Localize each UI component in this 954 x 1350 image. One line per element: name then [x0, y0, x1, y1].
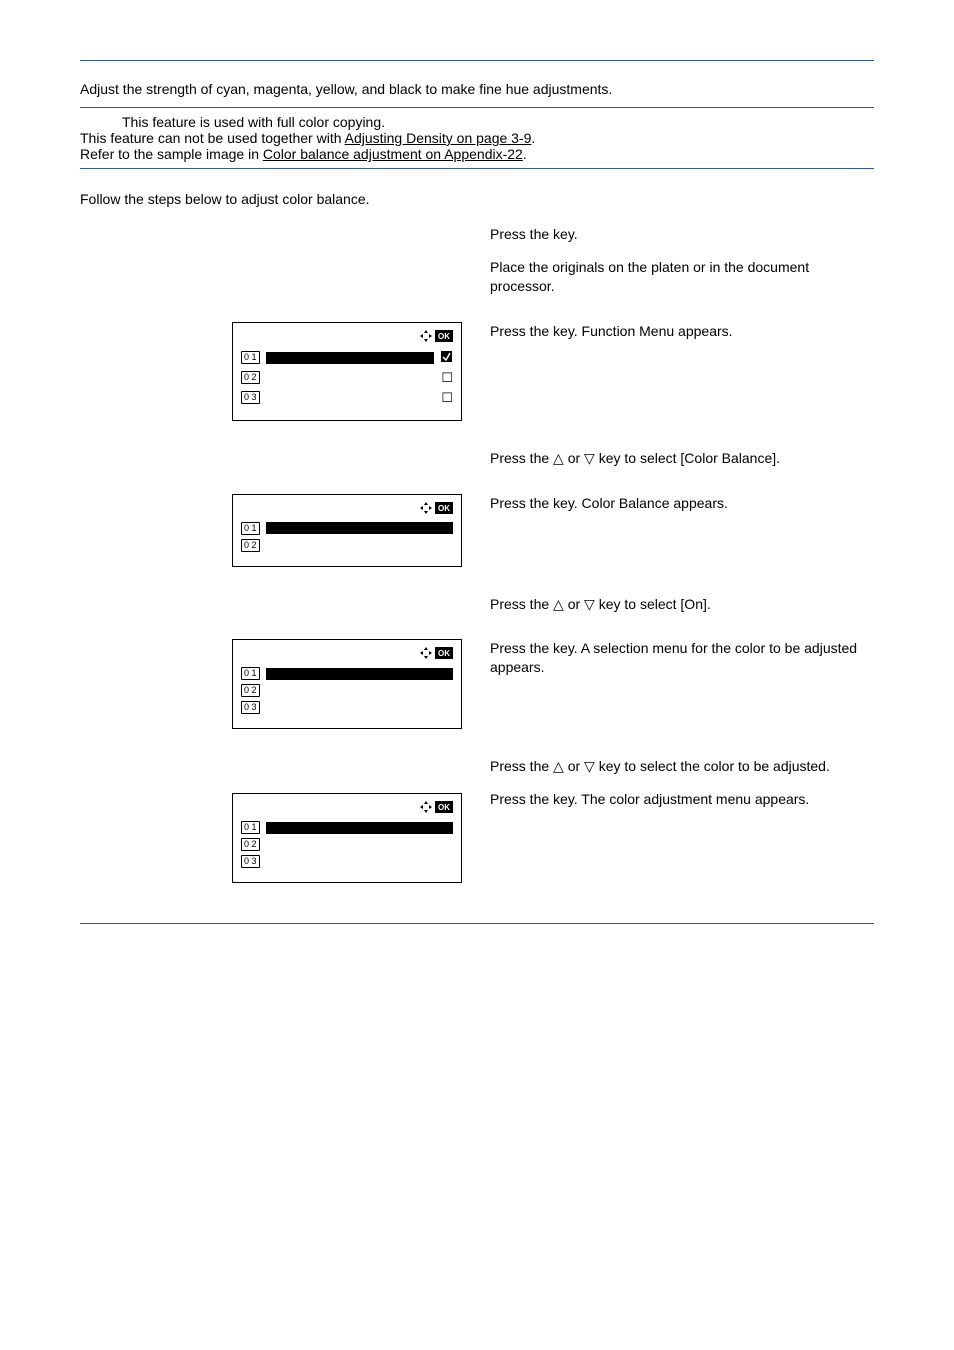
checked-icon	[440, 350, 453, 366]
lcd-num-2: 0 2	[241, 371, 260, 384]
triangle-down-icon	[584, 596, 595, 612]
step-4-pre: Press the	[490, 450, 553, 466]
step-5b: key. Color Balance appears.	[553, 495, 728, 511]
step-7: Press the key. A selection menu for the …	[490, 639, 874, 677]
step-4: Press the or key to select [Color Balanc…	[490, 449, 874, 468]
step-7a: Press the	[490, 640, 553, 656]
note-line2-pre: This feature can not be used together wi…	[80, 130, 345, 146]
svg-text:OK: OK	[438, 332, 450, 341]
lcd-num-3: 0 3	[241, 391, 260, 404]
bottom-rule	[80, 923, 874, 924]
ok-icon: OK	[435, 502, 453, 517]
step-9b: key. The color adjustment menu appears.	[553, 791, 809, 807]
step-9a: Press the	[490, 791, 553, 807]
step-6: Press the or key to select [On].	[490, 595, 874, 614]
step-6-mid: or	[564, 596, 584, 612]
triangle-down-icon	[584, 758, 595, 774]
svg-text:OK: OK	[438, 649, 450, 658]
step-4-mid: or	[564, 450, 584, 466]
lcd-num-1: 0 1	[241, 351, 260, 364]
lcd-function-menu: OK 0 1 0 2 0 3	[232, 322, 462, 421]
step-8-post: key to select the color to be adjusted.	[595, 758, 830, 774]
step-8-pre: Press the	[490, 758, 553, 774]
follow-text: Follow the steps below to adjust color b…	[80, 191, 874, 207]
note-line3-pre: Refer to the sample image in	[80, 146, 263, 162]
lcd-num-2: 0 2	[241, 838, 260, 851]
step-6-post: key to select [On].	[595, 596, 711, 612]
step-5a: Press the	[490, 495, 553, 511]
note-link-appendix[interactable]: Color balance adjustment on Appendix-22	[263, 146, 523, 162]
step-2: Place the originals on the platen or in …	[490, 258, 874, 296]
svg-text:OK: OK	[438, 504, 450, 513]
step-3a: Press the	[490, 323, 553, 339]
step-8: Press the or key to select the color to …	[490, 757, 874, 776]
note-line3: Refer to the sample image in Color balan…	[80, 146, 874, 162]
lcd-color-select: OK 0 1 0 2 0 3	[232, 639, 462, 729]
triangle-down-icon	[584, 450, 595, 466]
note-link-density[interactable]: Adjusting Density on page 3-9	[345, 130, 532, 146]
triangle-up-icon	[553, 596, 564, 612]
unchecked-icon	[441, 370, 453, 386]
lcd-selected-row	[266, 522, 453, 534]
lcd-num-3: 0 3	[241, 701, 260, 714]
lcd-num-1: 0 1	[241, 821, 260, 834]
step-5: Press the key. Color Balance appears.	[490, 494, 874, 513]
lcd-num-1: 0 1	[241, 522, 260, 535]
step-1a: Press the	[490, 226, 553, 242]
triangle-up-icon	[553, 450, 564, 466]
lcd-num-2: 0 2	[241, 539, 260, 552]
step-1b: key.	[553, 226, 578, 242]
lcd-color-balance: OK 0 1 0 2	[232, 494, 462, 567]
step-9: Press the key. The color adjustment menu…	[490, 790, 874, 809]
ok-icon: OK	[435, 330, 453, 345]
lcd-num-1: 0 1	[241, 667, 260, 680]
step-8-mid: or	[564, 758, 584, 774]
top-rule	[80, 60, 874, 61]
note-line2-post: .	[531, 130, 535, 146]
note-line1: This feature is used with full color cop…	[122, 114, 874, 130]
nav-arrows-icon	[419, 329, 433, 346]
lcd-selected-row	[266, 352, 434, 364]
unchecked-icon	[441, 390, 453, 406]
lcd-num-2: 0 2	[241, 684, 260, 697]
svg-text:OK: OK	[438, 803, 450, 812]
step-6-pre: Press the	[490, 596, 553, 612]
ok-icon: OK	[435, 647, 453, 662]
lcd-selected-row	[266, 822, 453, 834]
note-line2: This feature can not be used together wi…	[80, 130, 874, 146]
triangle-up-icon	[553, 758, 564, 774]
step-3: Press the key. Function Menu appears.	[490, 322, 874, 341]
lcd-adjustment: OK 0 1 0 2 0 3	[232, 793, 462, 883]
step-1: Press the key.	[490, 225, 874, 244]
nav-arrows-icon	[419, 646, 433, 663]
note-line3-post: .	[523, 146, 527, 162]
lcd-num-3: 0 3	[241, 855, 260, 868]
note-block: This feature is used with full color cop…	[80, 107, 874, 169]
nav-arrows-icon	[419, 501, 433, 518]
nav-arrows-icon	[419, 800, 433, 817]
step-4-post: key to select [Color Balance].	[595, 450, 780, 466]
ok-icon: OK	[435, 801, 453, 816]
intro-text: Adjust the strength of cyan, magenta, ye…	[80, 81, 874, 97]
lcd-selected-row	[266, 668, 453, 680]
step-3b: key. Function Menu appears.	[553, 323, 733, 339]
